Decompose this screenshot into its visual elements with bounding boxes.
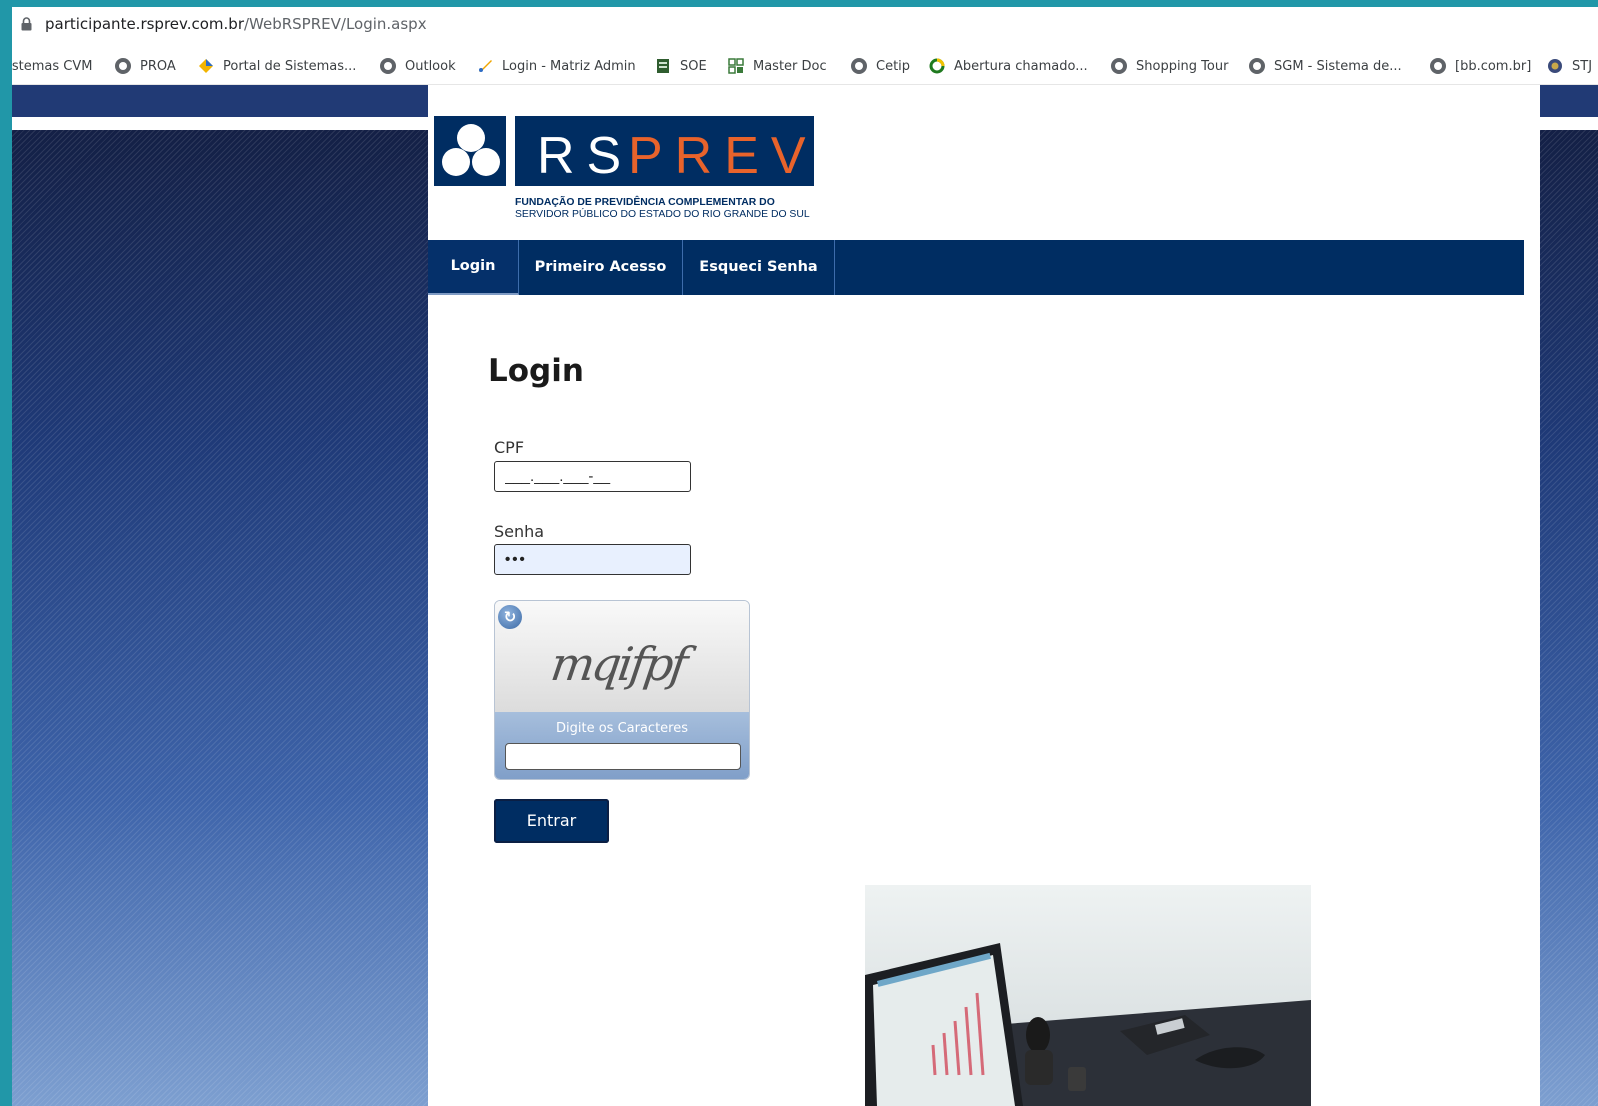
document-icon (657, 59, 669, 73)
refresh-icon[interactable]: ↻ (498, 605, 522, 629)
bookmark-bb[interactable]: [bb.com.br] (1430, 48, 1531, 84)
bookmark-label: Shopping Tour (1136, 58, 1229, 74)
logo-tagline-1: FUNDAÇÃO DE PREVIDÊNCIA COMPLEMENTAR DO (515, 195, 775, 208)
bookmark-shopping-tour[interactable]: Shopping Tour (1111, 48, 1228, 84)
seal-icon (1548, 59, 1562, 73)
diamond-icon (199, 59, 213, 73)
microphone (1026, 1017, 1050, 1053)
captcha-input-area: Digite os Caracteres (495, 712, 749, 779)
page-background: RS PREV FUNDAÇÃO DE PREVIDÊNCIA COMPLEME… (12, 85, 1598, 1106)
grid-icon (728, 58, 744, 74)
bookmark-label: STJ (1572, 58, 1593, 74)
bookmark-abertura-chamado[interactable]: Abertura chamado... (929, 48, 1088, 84)
lock-icon (21, 17, 32, 31)
tab-primeiro-acesso[interactable]: Primeiro Acesso (519, 240, 683, 295)
brush-icon (479, 60, 492, 72)
bookmark-label: Portal de Sistemas... (223, 58, 357, 74)
globe-icon (115, 58, 131, 74)
globe-icon (1430, 58, 1446, 74)
microphone-base (1025, 1050, 1053, 1085)
bookmark-stj[interactable]: STJ (1547, 48, 1592, 84)
bookmark-sgm[interactable]: SGM - Sistema de... (1249, 48, 1402, 84)
globe-icon (380, 58, 396, 74)
bookmark-label: Master Doc (753, 58, 827, 74)
globe-icon (1249, 58, 1265, 74)
cpf-label: CPF (494, 438, 525, 457)
bookmark-portal-de-sistemas[interactable]: Portal de Sistemas... (198, 48, 356, 84)
bookmark-label: Outlook (405, 58, 456, 74)
cpf-field[interactable] (494, 461, 691, 492)
url-text[interactable]: participante.rsprev.com.br/WebRSPREV/Log… (45, 15, 427, 33)
content-panel: RS PREV FUNDAÇÃO DE PREVIDÊNCIA COMPLEME… (428, 85, 1540, 1106)
main-nav: Login Primeiro Acesso Esqueci Senha (428, 240, 1524, 295)
bookmark-label: [bb.com.br] (1455, 58, 1532, 74)
bookmark-sistemas-cvm[interactable]: Sistemas CVM (12, 48, 92, 84)
bookmark-label: PROA (140, 58, 176, 74)
browser-window: participante.rsprev.com.br/WebRSPREV/Log… (12, 7, 1598, 1106)
entrar-button[interactable]: Entrar (494, 799, 609, 843)
logo-tagline-2: SERVIDOR PÚBLICO DO ESTADO DO RIO GRANDE… (515, 207, 810, 220)
url-path: /WebRSPREV/Login.aspx (243, 15, 427, 33)
globe-icon (851, 58, 867, 74)
bookmark-label: Login - Matriz Admin (502, 58, 636, 74)
url-host: participante.rsprev.com.br (45, 15, 244, 33)
password-field[interactable] (494, 544, 691, 575)
bookmark-label: Cetip (876, 58, 911, 74)
logo-brand-rs: RS (537, 127, 633, 185)
captcha-input[interactable] (505, 743, 741, 770)
bookmark-login-matriz-admin[interactable]: Login - Matriz Admin (477, 48, 636, 84)
captcha-label: Digite os Caracteres (556, 721, 688, 736)
bookmarks-bar: Sistemas CVM PROA Portal de Sistemas... … (12, 48, 1598, 85)
bookmark-outlook[interactable]: Outlook (380, 48, 456, 84)
rsprev-logo[interactable]: RS PREV FUNDAÇÃO DE PREVIDÊNCIA COMPLEME… (434, 116, 814, 226)
bookmark-label: SOE (680, 58, 707, 74)
captcha-text: mqifpf (547, 637, 689, 691)
bookmark-cetip[interactable]: Cetip (851, 48, 910, 84)
globe-icon (1111, 58, 1127, 74)
captcha-widget: ↻ mqifpf Digite os Caracteres (494, 600, 750, 780)
tab-login[interactable]: Login (428, 240, 519, 295)
logo-brand-prev: PREV (628, 127, 814, 185)
desk-gadget (1068, 1067, 1086, 1091)
bookmark-label: Abertura chamado... (954, 58, 1088, 74)
page-title: Login (488, 353, 584, 389)
tab-esqueci-senha[interactable]: Esqueci Senha (683, 240, 835, 295)
bookmark-label: SGM - Sistema de... (1274, 58, 1402, 74)
captcha-image: ↻ mqifpf (495, 601, 749, 712)
address-bar[interactable]: participante.rsprev.com.br/WebRSPREV/Log… (12, 7, 1598, 42)
bookmark-proa[interactable]: PROA (115, 48, 176, 84)
bookmark-master-doc[interactable]: Master Doc (728, 48, 827, 84)
bookmark-label: Sistemas CVM (12, 58, 93, 74)
ring-icon (929, 58, 945, 74)
senha-label: Senha (494, 522, 545, 541)
office-photo (865, 885, 1311, 1106)
bookmark-soe[interactable]: SOE (655, 48, 707, 84)
